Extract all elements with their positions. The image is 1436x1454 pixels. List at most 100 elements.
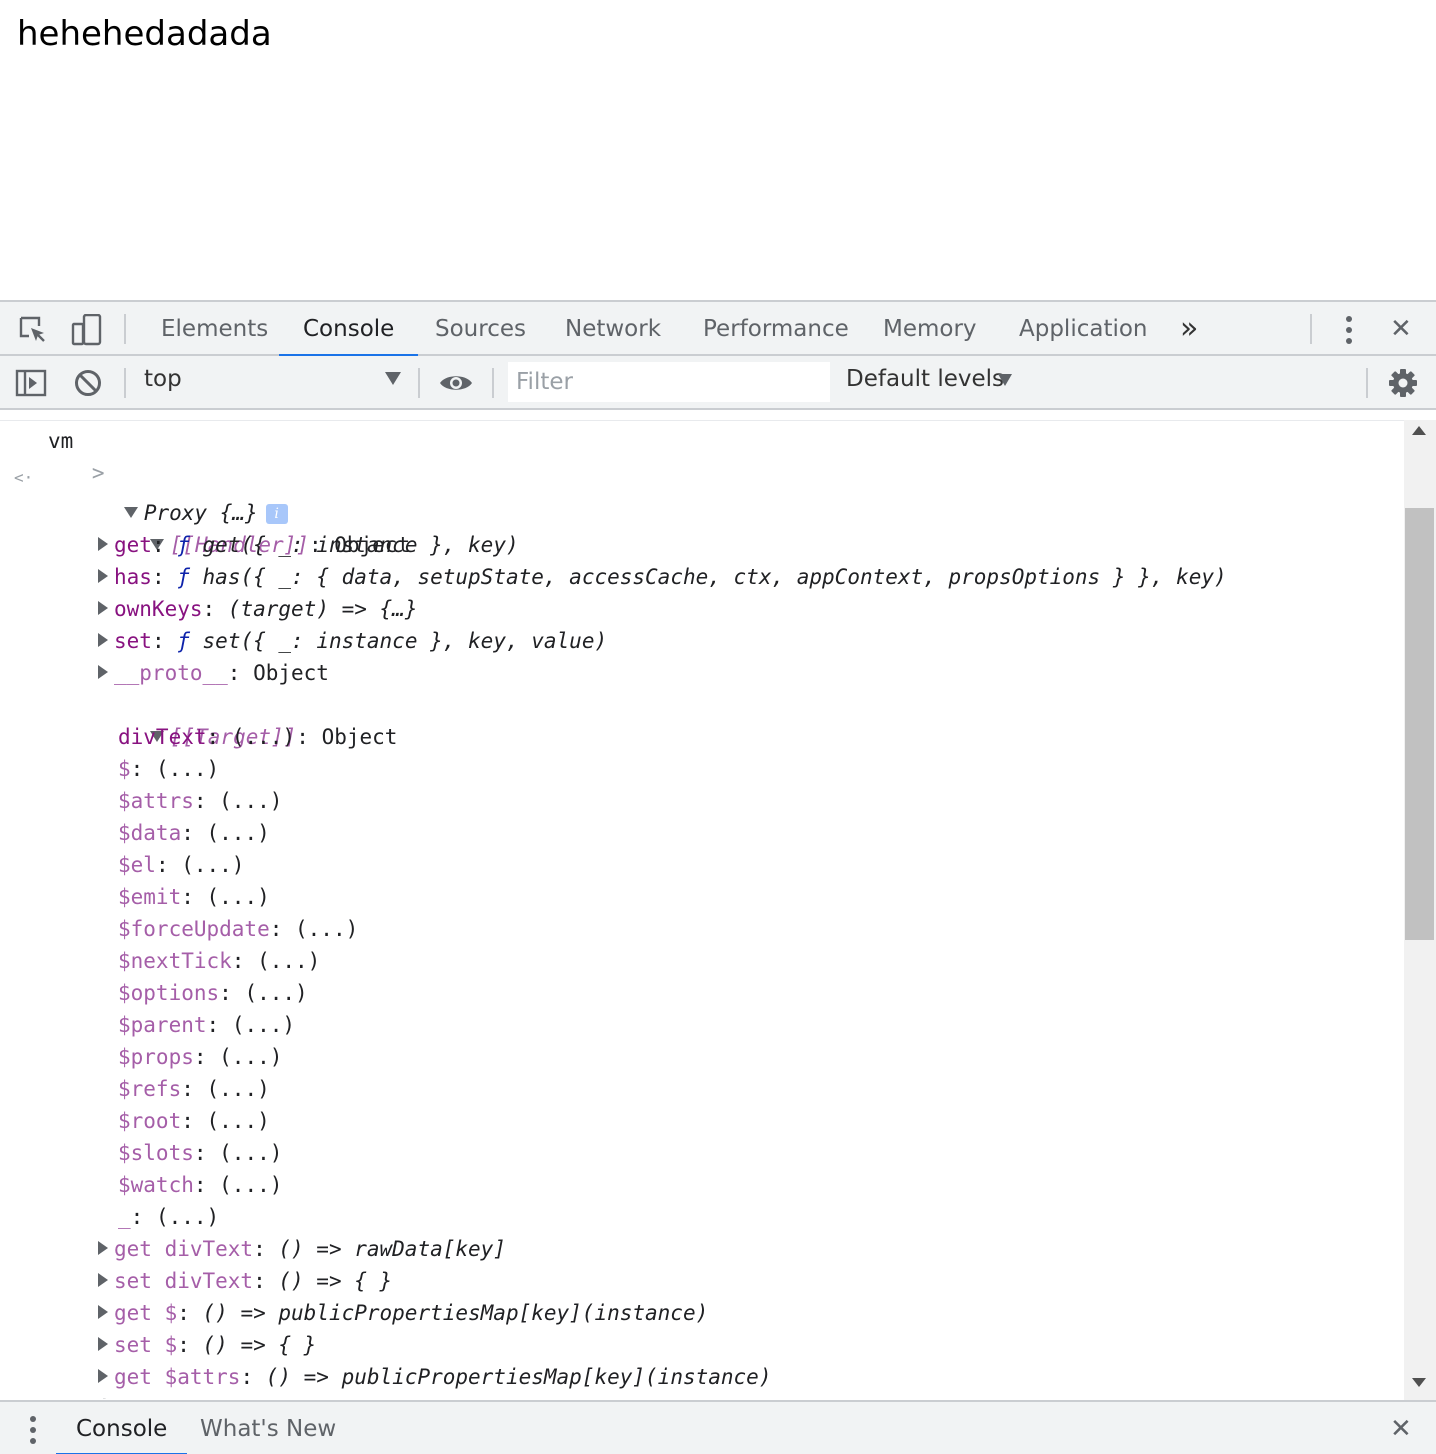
lazy-value[interactable]: (...) xyxy=(244,981,307,1005)
lazy-value[interactable]: (...) xyxy=(219,1045,282,1069)
lazy-value[interactable]: (...) xyxy=(156,757,219,781)
target-property[interactable]: $watch: (...) xyxy=(118,1169,282,1201)
expand-triangle-icon[interactable] xyxy=(98,633,108,647)
more-tabs-icon[interactable]: » xyxy=(1180,302,1198,356)
target-property[interactable]: $attrs: (...) xyxy=(118,785,282,817)
accessor-entry[interactable]: get $: () => publicPropertiesMap[key](in… xyxy=(98,1297,708,1329)
property-key: $options xyxy=(118,981,220,1005)
close-devtools-icon[interactable]: ✕ xyxy=(1390,302,1412,356)
target-property[interactable]: $root: (...) xyxy=(118,1105,270,1137)
drawer-tab-whats-new[interactable]: What's New xyxy=(200,1402,336,1454)
device-toolbar-icon[interactable] xyxy=(68,314,106,346)
log-levels-label: Default levels xyxy=(846,366,1005,392)
expand-triangle-icon[interactable] xyxy=(98,665,108,679)
accessor-entry[interactable]: get divText: () => rawData[key] xyxy=(98,1233,506,1265)
console-toolbar: top Default levels xyxy=(0,356,1436,410)
target-property[interactable]: $options: (...) xyxy=(118,977,308,1009)
property-key: $parent xyxy=(118,1013,207,1037)
lazy-value[interactable]: (...) xyxy=(207,1077,270,1101)
proxy-result[interactable]: Proxy {…} i xyxy=(48,465,288,525)
expand-triangle-icon[interactable] xyxy=(98,1369,108,1383)
expand-triangle-icon[interactable] xyxy=(98,537,108,551)
accessor-entry[interactable]: get $attrs: () => publicPropertiesMap[ke… xyxy=(98,1361,771,1393)
expand-triangle-icon[interactable] xyxy=(98,1337,108,1351)
scroll-down-arrow-icon[interactable] xyxy=(1412,1378,1426,1387)
target-value: Object xyxy=(321,725,398,749)
drawer-menu-icon[interactable] xyxy=(22,1414,44,1446)
accessor-entry[interactable]: set divText: () => { } xyxy=(98,1265,392,1297)
tab-sources[interactable]: Sources xyxy=(435,302,526,356)
property-key: $refs xyxy=(118,1077,182,1101)
target-property[interactable]: $data: (...) xyxy=(118,817,270,849)
lazy-value[interactable]: (...) xyxy=(219,1141,282,1165)
context-label: top xyxy=(144,366,182,392)
lazy-value[interactable]: (...) xyxy=(207,885,270,909)
handler-entry[interactable]: __proto__: Object xyxy=(98,657,329,689)
property-key: _ xyxy=(118,1205,131,1229)
lazy-value[interactable]: (...) xyxy=(219,1173,282,1197)
property-key: set xyxy=(114,629,152,653)
target-property[interactable]: divText: (...) xyxy=(118,721,295,753)
handler-entry[interactable]: get: ƒ get({ _: instance }, key) xyxy=(98,529,519,561)
close-drawer-icon[interactable]: ✕ xyxy=(1390,1402,1412,1454)
accessor-value: () => rawData[key] xyxy=(278,1237,506,1261)
toolbar-divider xyxy=(1366,368,1368,398)
target-property[interactable]: $emit: (...) xyxy=(118,881,270,913)
lazy-value[interactable]: (...) xyxy=(207,1109,270,1133)
drawer-tab-console[interactable]: Console xyxy=(55,1402,188,1454)
handler-entry[interactable]: set: ƒ set({ _: instance }, key, value) xyxy=(98,625,607,657)
expand-triangle-icon[interactable] xyxy=(98,1305,108,1319)
lazy-value[interactable]: (...) xyxy=(156,1205,219,1229)
property-separator: : xyxy=(151,629,178,653)
target-property[interactable]: $props: (...) xyxy=(118,1041,282,1073)
lazy-value[interactable]: (...) xyxy=(219,789,282,813)
property-value: set({ _: instance }, key, value) xyxy=(189,629,608,653)
expand-triangle-icon[interactable] xyxy=(98,1241,108,1255)
target-node[interactable]: [[Target]]: Object xyxy=(74,689,397,749)
lazy-value[interactable]: (...) xyxy=(257,949,320,973)
eye-icon[interactable] xyxy=(436,368,476,398)
property-key: $forceUpdate xyxy=(118,917,270,941)
target-property[interactable]: _: (...) xyxy=(118,1201,219,1233)
kebab-menu-icon[interactable] xyxy=(1338,314,1360,346)
lazy-value[interactable]: (...) xyxy=(181,853,244,877)
tab-performance[interactable]: Performance xyxy=(703,302,849,356)
tab-console[interactable]: Console xyxy=(278,302,419,357)
scroll-up-arrow-icon[interactable] xyxy=(1412,426,1426,435)
accessor-key: get $attrs xyxy=(114,1365,241,1389)
scrollbar-thumb[interactable] xyxy=(1405,508,1434,940)
inspect-element-icon[interactable] xyxy=(16,314,50,346)
target-property[interactable]: $slots: (...) xyxy=(118,1137,282,1169)
target-property[interactable]: $el: (...) xyxy=(118,849,244,881)
tab-application[interactable]: Application xyxy=(1019,302,1148,356)
lazy-value[interactable]: (...) xyxy=(207,821,270,845)
target-property[interactable]: $refs: (...) xyxy=(118,1073,270,1105)
target-property[interactable]: $parent: (...) xyxy=(118,1009,295,1041)
filter-input[interactable] xyxy=(508,362,830,402)
target-property[interactable]: $: (...) xyxy=(118,753,219,785)
function-icon: ƒ xyxy=(177,565,190,589)
console-output[interactable]: > vm <· Proxy {…} i [[Handler]]: Object g… xyxy=(0,420,1404,1400)
tab-network[interactable]: Network xyxy=(565,302,661,356)
lazy-value[interactable]: (...) xyxy=(295,917,358,941)
handler-entry[interactable]: has: ƒ has({ _: { data, setupState, acce… xyxy=(98,561,1227,593)
handler-node[interactable]: [[Handler]]: Object xyxy=(74,497,410,557)
expand-triangle-icon[interactable] xyxy=(98,601,108,615)
lazy-value[interactable]: (...) xyxy=(232,725,295,749)
property-key: $root xyxy=(118,1109,182,1133)
sidebar-toggle-icon[interactable] xyxy=(14,368,48,398)
tab-memory[interactable]: Memory xyxy=(883,302,977,356)
gear-icon[interactable] xyxy=(1386,367,1420,399)
toolbar-divider xyxy=(124,368,126,398)
clear-console-icon[interactable] xyxy=(72,368,104,398)
tab-elements[interactable]: Elements xyxy=(161,302,268,356)
target-property[interactable]: $forceUpdate: (...) xyxy=(118,913,358,945)
property-key: $ xyxy=(118,757,131,781)
accessor-entry[interactable]: set $: () => { } xyxy=(98,1329,316,1361)
expand-triangle-icon[interactable] xyxy=(98,1273,108,1287)
lazy-value[interactable]: (...) xyxy=(232,1013,295,1037)
target-property[interactable]: $nextTick: (...) xyxy=(118,945,320,977)
expand-triangle-icon[interactable] xyxy=(98,569,108,583)
handler-entry[interactable]: ownKeys: (target) => {…} xyxy=(98,593,417,625)
property-key: $slots xyxy=(118,1141,194,1165)
